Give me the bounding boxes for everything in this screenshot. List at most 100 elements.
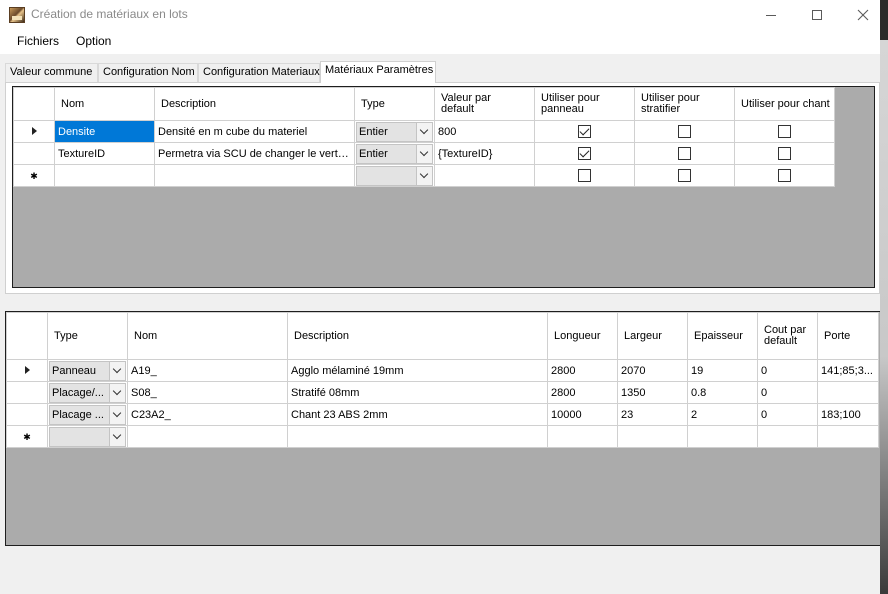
row-selector[interactable] [13,120,55,143]
cell-default[interactable] [434,164,535,187]
combobox-dropdown-button[interactable] [109,383,125,402]
parameters-grid[interactable]: Nom Description Type Valeur par default U… [12,86,875,288]
cell-panneau[interactable] [534,120,635,143]
checkbox-panneau[interactable] [578,169,591,182]
title-bar[interactable]: Création de matériaux en lots [0,0,880,30]
materials-grid[interactable]: Type Nom Description Longueur Largeur Ep… [5,311,882,546]
cell-chant[interactable] [734,142,835,165]
combobox-dropdown-button[interactable] [109,361,125,380]
type-combobox[interactable] [356,165,433,186]
cell-default[interactable]: 800 [434,120,535,143]
cell-nom[interactable]: S08_ [127,381,288,404]
combobox-dropdown-button[interactable] [416,122,432,141]
cell-nom[interactable]: C23A2_ [127,403,288,426]
table-row[interactable]: Densite Densité en m cube du materiel En… [13,120,835,143]
tab-materiaux-parametres[interactable]: Matériaux Paramètres [320,61,436,83]
tab-configuration-materiaux[interactable]: Configuration Materiaux [198,63,320,82]
cell-chant[interactable] [734,164,835,187]
minimize-button[interactable] [748,0,794,30]
cell-type[interactable] [47,425,128,448]
combobox-dropdown-button[interactable] [416,144,432,163]
col-header-default[interactable]: Valeur par default [434,87,535,121]
cell-stratifie[interactable] [634,142,735,165]
cell-nom[interactable]: Densite [54,120,155,143]
cell-description[interactable]: Agglo mélaminé 19mm [287,359,548,382]
col-header-nom[interactable]: Nom [54,87,155,121]
row-selector[interactable] [6,381,48,404]
type-combobox[interactable]: Panneau [49,360,126,381]
cell-stratifie[interactable] [634,120,735,143]
tab-configuration-nom[interactable]: Configuration Nom [98,63,198,82]
type-combobox[interactable]: Placage/... [49,382,126,403]
col-header-porte[interactable]: Porte [817,312,879,360]
cell-longueur[interactable]: 10000 [547,403,618,426]
checkbox-chant[interactable] [778,125,791,138]
table-row[interactable]: Placage ... C23A2_ Chant 23 ABS 2mm 1000… [6,403,879,426]
checkbox-panneau[interactable] [578,125,591,138]
cell-porte[interactable] [817,381,879,404]
cell-description[interactable] [154,164,355,187]
cell-largeur[interactable]: 23 [617,403,688,426]
new-row[interactable]: ✱ [13,164,835,187]
cell-description[interactable]: Chant 23 ABS 2mm [287,403,548,426]
cell-longueur[interactable]: 2800 [547,359,618,382]
cell-cout[interactable] [757,425,818,448]
cell-porte[interactable]: 141;85;3... [817,359,879,382]
col-header-nom[interactable]: Nom [127,312,288,360]
col-header-largeur[interactable]: Largeur [617,312,688,360]
col-header-stratifie[interactable]: Utiliser pour stratifier [634,87,735,121]
cell-description[interactable] [287,425,548,448]
row-selector[interactable] [6,403,48,426]
cell-epaisseur[interactable]: 2 [687,403,758,426]
tab-valeur-commune[interactable]: Valeur commune [5,63,98,82]
cell-nom[interactable] [127,425,288,448]
cell-panneau[interactable] [534,142,635,165]
combobox-dropdown-button[interactable] [109,405,125,424]
col-header-type[interactable]: Type [47,312,128,360]
row-selector[interactable] [13,142,55,165]
cell-cout[interactable]: 0 [757,403,818,426]
cell-type[interactable]: Entier [354,120,435,143]
cell-default[interactable]: {TextureID} [434,142,535,165]
cell-longueur[interactable]: 2800 [547,381,618,404]
col-header-chant[interactable]: Utiliser pour chant [734,87,835,121]
col-header-cout[interactable]: Cout par default [757,312,818,360]
checkbox-panneau[interactable] [578,147,591,160]
cell-epaisseur[interactable] [687,425,758,448]
cell-description[interactable]: Densité en m cube du materiel [154,120,355,143]
cell-description[interactable]: Stratifé 08mm [287,381,548,404]
col-header-description[interactable]: Description [154,87,355,121]
menu-option[interactable]: Option [76,34,111,48]
type-combobox[interactable] [49,426,126,447]
table-row[interactable]: Placage/... S08_ Stratifé 08mm 2800 1350… [6,381,879,404]
cell-longueur[interactable] [547,425,618,448]
cell-type[interactable]: Placage/... [47,381,128,404]
cell-cout[interactable]: 0 [757,359,818,382]
new-row[interactable]: ✱ [6,425,879,448]
table-row[interactable]: Panneau A19_ Agglo mélaminé 19mm 2800 20… [6,359,879,382]
cell-type[interactable]: Placage ... [47,403,128,426]
cell-nom[interactable]: A19_ [127,359,288,382]
row-selector[interactable] [6,359,48,382]
row-selector[interactable]: ✱ [13,164,55,187]
cell-epaisseur[interactable]: 19 [687,359,758,382]
checkbox-stratifie[interactable] [678,125,691,138]
type-combobox[interactable]: Entier [356,143,433,164]
row-selector[interactable]: ✱ [6,425,48,448]
cell-nom[interactable]: TextureID [54,142,155,165]
cell-largeur[interactable]: 2070 [617,359,688,382]
col-header-panneau[interactable]: Utiliser pour panneau [534,87,635,121]
col-header-longueur[interactable]: Longueur [547,312,618,360]
cell-nom[interactable] [54,164,155,187]
cell-description[interactable]: Permetra via SCU de changer le vert du m… [154,142,355,165]
checkbox-stratifie[interactable] [678,169,691,182]
combobox-dropdown-button[interactable] [416,166,432,185]
type-combobox[interactable]: Placage ... [49,404,126,425]
cell-cout[interactable]: 0 [757,381,818,404]
cell-largeur[interactable]: 1350 [617,381,688,404]
combobox-dropdown-button[interactable] [109,427,125,446]
cell-porte[interactable]: 183;100 [817,403,879,426]
cell-type[interactable] [354,164,435,187]
col-header-epaisseur[interactable]: Epaisseur [687,312,758,360]
col-header-description[interactable]: Description [287,312,548,360]
